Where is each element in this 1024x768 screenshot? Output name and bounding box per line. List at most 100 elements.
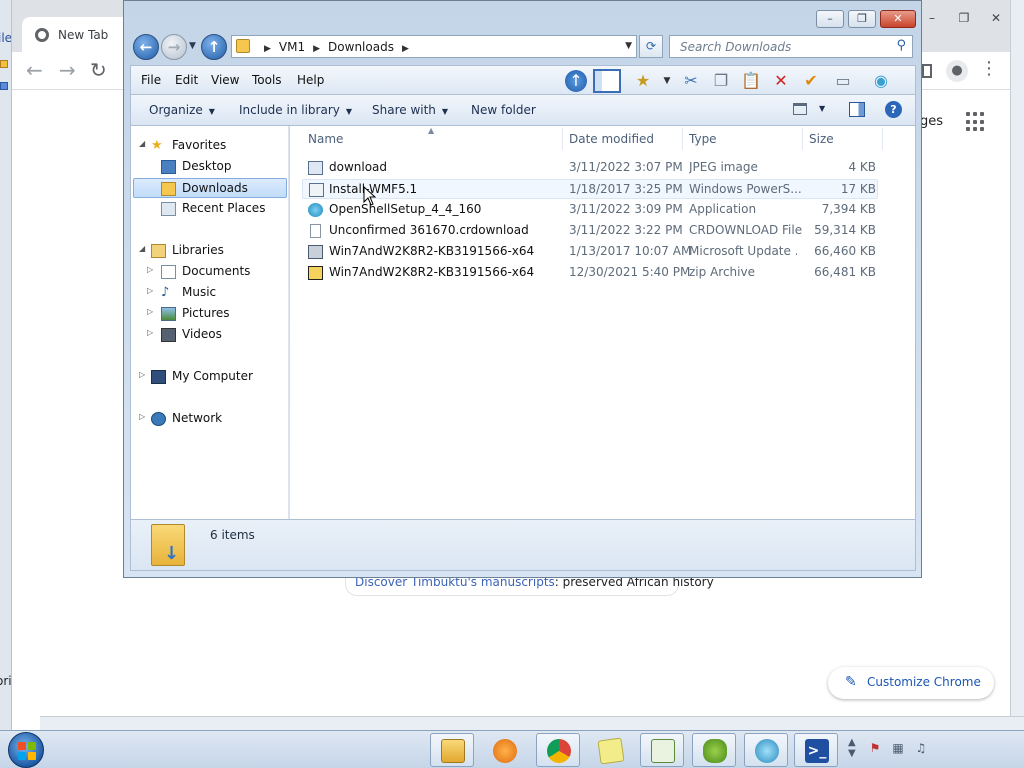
maximize-button[interactable]: ❐ [948, 10, 980, 28]
taskbar-notepad-plus[interactable] [640, 733, 684, 767]
openshell-icon[interactable]: ◉ [869, 69, 893, 93]
start-button[interactable] [8, 732, 44, 768]
forward-arrow-icon[interactable]: → [59, 60, 76, 80]
breadcrumb-vm1[interactable]: VM1 [279, 40, 305, 54]
close-button[interactable]: ✕ [980, 10, 1012, 28]
customize-chrome-button[interactable]: ✎ Customize Chrome [828, 667, 994, 699]
tray-overflow-icon[interactable]: ▲ ▼ [848, 737, 856, 759]
column-divider[interactable] [682, 128, 683, 150]
action-center-flag-icon[interactable]: ⚑ [868, 741, 882, 755]
properties-check-icon[interactable]: ✔ [799, 69, 823, 93]
column-divider[interactable] [802, 128, 803, 150]
expand-triangle-icon[interactable]: ▷ [147, 286, 157, 295]
taskbar-file-explorer[interactable] [430, 733, 474, 767]
breadcrumb-downloads[interactable]: Downloads [328, 40, 394, 54]
chrome-menu-icon[interactable]: ⋮ [980, 58, 998, 79]
change-view-icon[interactable] [793, 103, 807, 115]
nav-music[interactable]: ▷ ♪ Music [139, 283, 279, 303]
nav-pictures[interactable]: ▷ Pictures [139, 304, 279, 324]
column-divider[interactable] [562, 128, 563, 150]
nav-videos[interactable]: ▷ Videos [139, 325, 279, 345]
menu-view[interactable]: View [211, 73, 239, 87]
nav-recent-places[interactable]: Recent Places [139, 199, 279, 219]
google-apps-icon[interactable] [966, 112, 986, 132]
column-header-name[interactable]: Name [308, 132, 343, 146]
back-arrow-icon[interactable]: ← [26, 60, 43, 80]
back-button[interactable]: ← [133, 34, 159, 60]
volume-icon[interactable]: ♫ [914, 741, 928, 755]
file-type: zip Archive [689, 265, 755, 279]
expand-triangle-icon[interactable]: ▷ [139, 412, 149, 421]
rename-icon[interactable]: ▭ [831, 69, 855, 93]
cut-icon[interactable]: ✂ [679, 69, 703, 93]
column-divider[interactable] [882, 128, 883, 150]
menu-edit[interactable]: Edit [175, 73, 198, 87]
images-link[interactable]: ges [920, 114, 943, 129]
profile-avatar-icon[interactable]: ● [946, 60, 968, 82]
include-in-library-button[interactable]: Include in library ▼ [239, 103, 352, 117]
folder-options-dropdown-icon[interactable]: ▼ [655, 69, 679, 93]
collapse-triangle-icon[interactable]: ◢ [139, 244, 149, 253]
menu-file[interactable]: File [141, 73, 161, 87]
side-panel-icon[interactable] [922, 64, 932, 78]
address-dropdown-icon[interactable]: ▼ [625, 41, 632, 51]
nav-network[interactable]: ▷ Network [139, 409, 279, 429]
taskbar-powershell[interactable]: >_ [794, 733, 838, 767]
preview-pane-icon[interactable] [849, 102, 865, 117]
delete-icon[interactable]: ✕ [769, 69, 793, 93]
collapse-triangle-icon[interactable]: ◢ [139, 139, 149, 148]
file-row[interactable]: OpenShellSetup_4_4_160 3/11/2022 3:09 PM… [302, 200, 878, 220]
nav-desktop[interactable]: Desktop [139, 157, 279, 177]
nav-my-computer[interactable]: ▷ My Computer [139, 367, 279, 387]
file-name: Win7AndW2K8R2-KB3191566-x64 [329, 244, 535, 258]
column-header-date-modified[interactable]: Date modified [569, 132, 654, 146]
paste-icon[interactable]: 📋 [739, 69, 763, 93]
organize-button[interactable]: Organize ▼ [149, 103, 215, 117]
column-header-type[interactable]: Type [689, 132, 717, 146]
expand-triangle-icon[interactable]: ▷ [147, 265, 157, 274]
file-row[interactable]: Win7AndW2K8R2-KB3191566-x64 12/30/2021 5… [302, 263, 878, 283]
taskbar-sticky-notes[interactable] [588, 733, 632, 767]
msu-package-icon [308, 245, 323, 259]
network-tray-icon[interactable]: ▦ [891, 741, 905, 755]
new-folder-button[interactable]: New folder [471, 103, 536, 117]
expand-triangle-icon[interactable]: ▷ [139, 370, 149, 379]
copy-icon[interactable]: ❐ [709, 69, 733, 93]
folder-options-icon[interactable]: ★ [631, 69, 655, 93]
up-folder-button[interactable]: ↑ [201, 34, 227, 60]
nav-documents[interactable]: ▷ Documents [139, 262, 279, 282]
nav-libraries[interactable]: ◢ Libraries [139, 241, 279, 261]
share-with-button[interactable]: Share with ▼ [372, 103, 448, 117]
column-header-size[interactable]: Size [809, 132, 834, 146]
address-bar[interactable]: ▶ VM1 ▶ Downloads ▶ ▼ [231, 35, 637, 58]
maximize-button[interactable]: ❐ [848, 10, 876, 28]
up-arrow-icon[interactable]: ↑ [565, 70, 587, 92]
folders-pane-icon[interactable] [593, 69, 621, 93]
taskbar-gitbash[interactable] [692, 733, 736, 767]
search-input[interactable]: Search Downloads ⚲ [669, 35, 913, 58]
search-icon[interactable]: ⚲ [896, 38, 906, 53]
taskbar-openshell[interactable] [744, 733, 788, 767]
recent-pages-dropdown-icon[interactable]: ▼ [189, 41, 196, 51]
file-row[interactable]: Install-WMF5.1 1/18/2017 3:25 PM Windows… [302, 179, 878, 199]
menu-tools[interactable]: Tools [252, 73, 282, 87]
refresh-button[interactable]: ⟳ [639, 35, 663, 58]
nav-downloads[interactable]: Downloads [133, 178, 287, 198]
include-in-library-label: Include in library [239, 103, 340, 117]
taskbar-chrome[interactable] [536, 733, 580, 767]
file-row[interactable]: Unconfirmed 361670.crdownload 3/11/2022 … [302, 221, 878, 241]
file-explorer-icon [441, 739, 465, 763]
file-row[interactable]: Win7AndW2K8R2-KB3191566-x64 1/13/2017 10… [302, 242, 878, 262]
help-icon[interactable]: ? [885, 101, 902, 118]
forward-button[interactable]: → [161, 34, 187, 60]
expand-triangle-icon[interactable]: ▷ [147, 328, 157, 337]
file-row[interactable]: download 3/11/2022 3:07 PM JPEG image 4 … [302, 158, 878, 178]
reload-icon[interactable]: ↻ [90, 60, 107, 80]
taskbar-media-player[interactable] [482, 733, 526, 767]
view-options-dropdown-icon[interactable]: ▼ [819, 104, 825, 113]
close-button[interactable]: ✕ [880, 10, 916, 28]
minimize-button[interactable]: – [816, 10, 844, 28]
nav-favorites[interactable]: ◢ ★ Favorites [139, 136, 279, 156]
menu-help[interactable]: Help [297, 73, 324, 87]
expand-triangle-icon[interactable]: ▷ [147, 307, 157, 316]
